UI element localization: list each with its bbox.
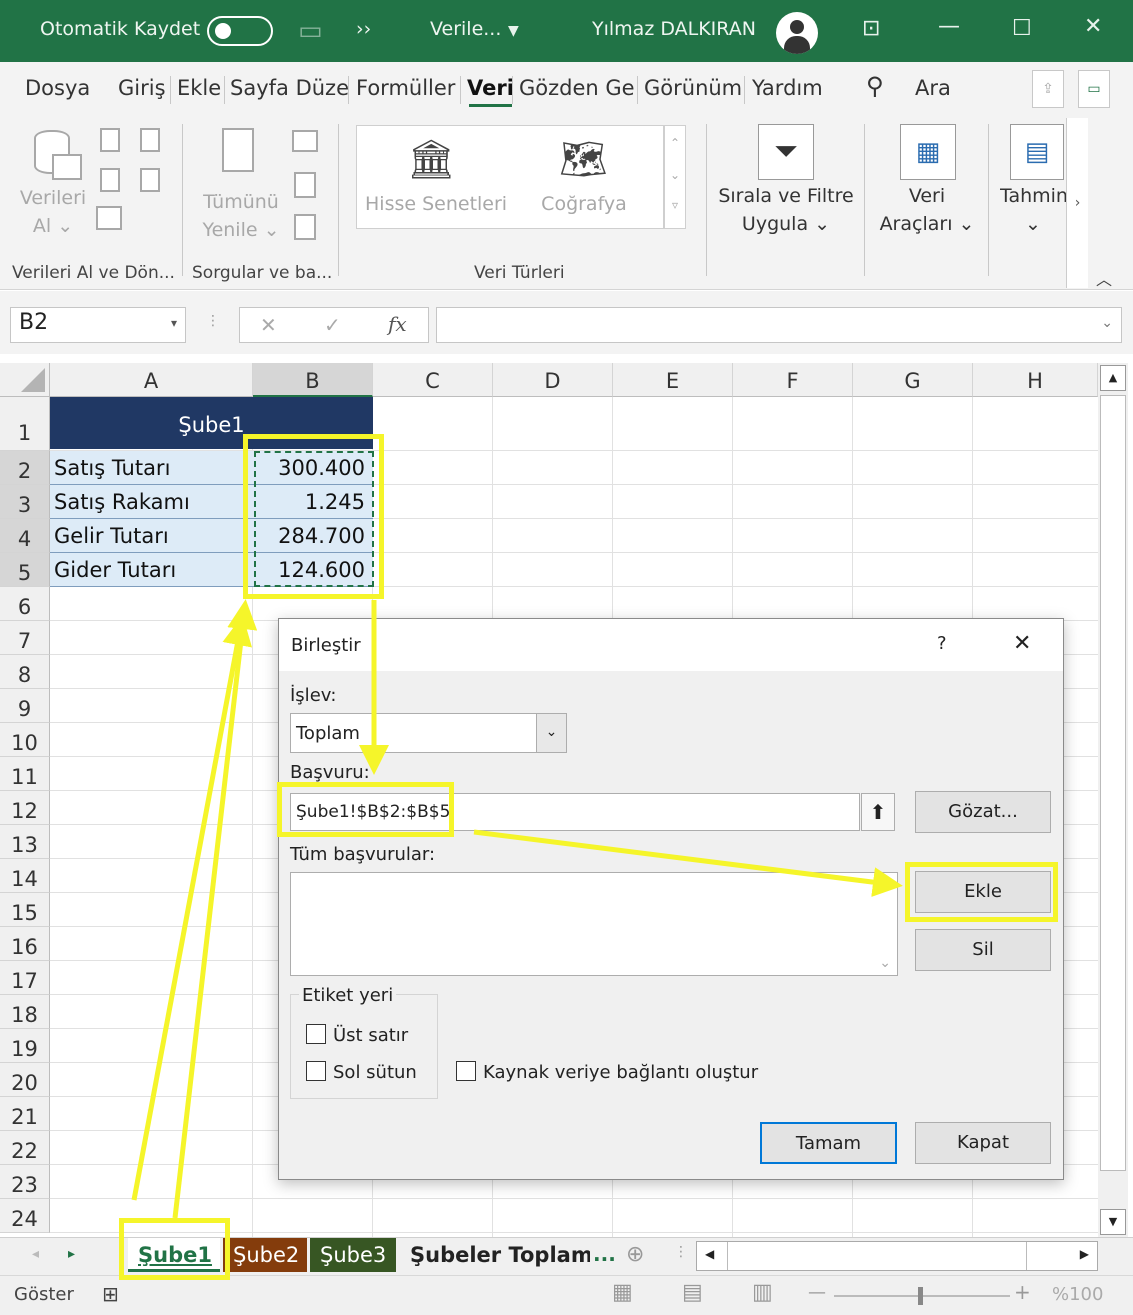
- annotation-arrows: [131, 599, 903, 1219]
